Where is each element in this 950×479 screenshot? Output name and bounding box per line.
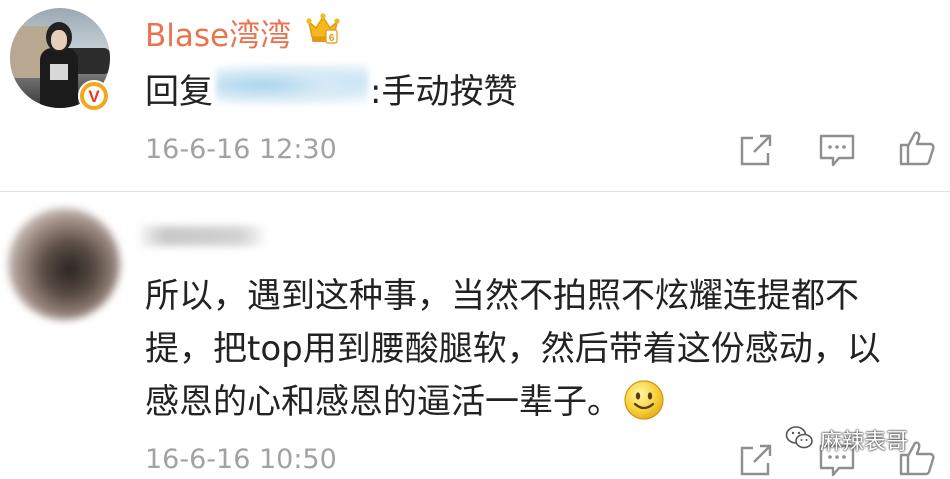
- avatar-face: [51, 30, 67, 50]
- wechat-logo-icon: [785, 426, 813, 449]
- like-icon[interactable]: [897, 128, 937, 168]
- timestamp: 16-6-16 12:30: [145, 134, 337, 165]
- watermark-text: 麻辣表哥: [820, 430, 909, 455]
- comment-text-line: 提，把top用到腰酸腿软，然后带着这份感动，以: [145, 329, 881, 369]
- timestamp: 16-6-16 10:50: [145, 444, 337, 475]
- comment-text: :手动按赞: [370, 72, 518, 112]
- verified-badge-icon: V: [78, 80, 110, 112]
- username[interactable]: Blase湾湾: [145, 10, 291, 55]
- comment-text-line: 感恩的心和感恩的逼活一辈子。: [145, 376, 925, 429]
- comment-item: V Blase湾湾 6 回复 :手动按赞 16-6-16 12:30: [0, 0, 950, 190]
- comment-text-line: 所以，遇到这种事，当然不拍照不炫耀连提都不: [145, 276, 859, 316]
- vip-crown-icon[interactable]: 6: [305, 10, 341, 46]
- reply-label: 回复: [145, 72, 213, 112]
- comment-list: V Blase湾湾 6 回复 :手动按赞 16-6-16 12:30 所以，遇到…: [0, 0, 950, 479]
- comment-icon[interactable]: [817, 130, 857, 170]
- blurred-username[interactable]: [140, 226, 264, 246]
- share-icon[interactable]: [736, 440, 776, 479]
- avatar-shirt-print: [50, 64, 68, 80]
- divider: [0, 191, 950, 192]
- comment-text: 所以，遇到这种事，当然不拍照不炫耀连提都不 提，把top用到腰酸腿软，然后带着这…: [145, 270, 925, 429]
- svg-text:6: 6: [329, 33, 335, 44]
- avatar[interactable]: [8, 208, 120, 320]
- smiley-emoji-icon: [624, 380, 664, 420]
- share-icon[interactable]: [736, 130, 776, 170]
- blurred-reply-username[interactable]: [216, 64, 368, 106]
- comment-text-line-content: 感恩的心和感恩的逼活一辈子。: [145, 382, 621, 422]
